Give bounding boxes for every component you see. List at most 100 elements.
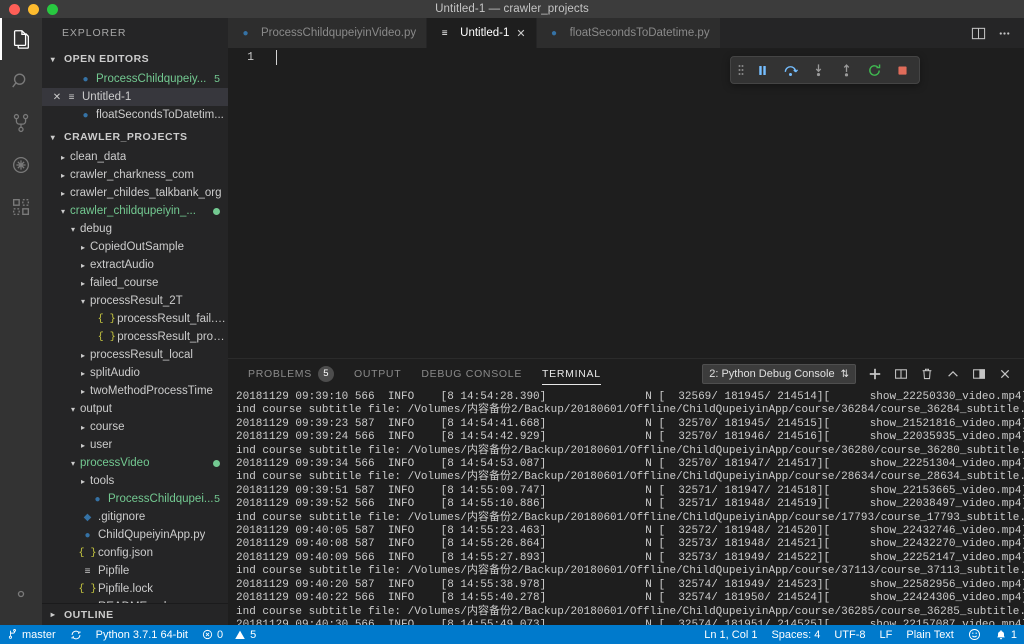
chevron-right-icon[interactable]	[76, 261, 90, 270]
section-crawler-projects[interactable]: CRAWLER_PROJECTS	[42, 126, 228, 148]
tree-item[interactable]: crawler_charkness_com	[42, 166, 228, 184]
tree-item[interactable]: { } Pipfile.lock	[42, 580, 228, 598]
terminal-output[interactable]: 20181129 09:39:10 566 INFO [8 14:54:28.3…	[228, 389, 1024, 625]
more-actions-icon[interactable]	[992, 21, 1016, 45]
chevron-right-icon[interactable]	[76, 243, 90, 252]
status-indentation[interactable]: Spaces: 4	[764, 625, 827, 644]
tree-item[interactable]: twoMethodProcessTime	[42, 382, 228, 400]
close-icon[interactable]: ✕	[516, 27, 525, 40]
status-python-version[interactable]: Python 3.7.1 64-bit	[89, 625, 195, 644]
open-editor-item[interactable]: ● floatSecondsToDatetim...	[42, 106, 228, 124]
status-eol[interactable]: LF	[873, 625, 900, 644]
tree-item[interactable]: { } config.json	[42, 544, 228, 562]
window-controls[interactable]	[0, 3, 58, 15]
maximize-panel-icon[interactable]	[942, 363, 964, 385]
activity-item-explorer[interactable]	[0, 18, 42, 60]
minimize-window-button[interactable]	[28, 3, 39, 15]
debug-toolbar[interactable]	[730, 56, 920, 84]
chevron-right-icon[interactable]	[76, 351, 90, 360]
open-editor-item[interactable]: ● ProcessChildqupeiy... 5	[42, 70, 228, 88]
section-outline[interactable]: OUTLINE	[42, 603, 228, 625]
step-out-icon[interactable]	[833, 58, 859, 82]
activity-item-extensions[interactable]	[0, 186, 42, 228]
tree-item[interactable]: processResult_local	[42, 346, 228, 364]
split-terminal-icon[interactable]	[890, 363, 912, 385]
open-editor-item[interactable]: ✕ ≡ Untitled-1	[42, 88, 228, 106]
kill-terminal-icon[interactable]	[916, 363, 938, 385]
section-open-editors[interactable]: OPEN EDITORS	[42, 48, 228, 70]
editor-tab-process-childqupeiyin-video[interactable]: ● ProcessChildqupeiyinVideo.py	[228, 18, 428, 48]
tree-item[interactable]: ◆ .gitignore	[42, 508, 228, 526]
chevron-down-icon[interactable]	[66, 459, 80, 468]
panel-tab-terminal[interactable]: TERMINAL	[532, 359, 611, 389]
chevron-right-icon[interactable]	[76, 369, 90, 378]
bell-icon	[995, 629, 1007, 641]
tree-item[interactable]: output	[42, 400, 228, 418]
activity-item-search[interactable]	[0, 60, 42, 102]
tree-item[interactable]: tools	[42, 472, 228, 490]
editor-tab-float-seconds-to-datetime[interactable]: ● floatSecondsToDatetime.py	[536, 18, 721, 48]
tree-item[interactable]: processVideo	[42, 454, 228, 472]
step-over-icon[interactable]	[777, 58, 803, 82]
tree-item[interactable]: CopiedOutSample	[42, 238, 228, 256]
close-editor-icon[interactable]: ✕	[50, 92, 64, 103]
chevron-down-icon[interactable]	[76, 297, 90, 306]
tree-item[interactable]: crawler_childqupeiyin_...	[42, 202, 228, 220]
activity-item-source-control[interactable]	[0, 102, 42, 144]
chevron-right-icon[interactable]	[76, 423, 90, 432]
tree-item[interactable]: ● ProcessChildqupei... 5	[42, 490, 228, 508]
tree-item[interactable]: ● ChildQupeiyinApp.py	[42, 526, 228, 544]
stop-icon[interactable]	[889, 58, 915, 82]
chevron-right-icon[interactable]	[56, 189, 70, 198]
tree-item[interactable]: splitAudio	[42, 364, 228, 382]
pause-icon[interactable]	[749, 58, 775, 82]
drag-handle-icon[interactable]	[735, 63, 747, 77]
status-feedback[interactable]	[961, 625, 988, 644]
tree-item[interactable]: { } processResult_proce...	[42, 328, 228, 346]
chevron-right-icon[interactable]	[76, 279, 90, 288]
step-into-icon[interactable]	[805, 58, 831, 82]
tree-item[interactable]: debug	[42, 220, 228, 238]
panel-tab-debug-console[interactable]: DEBUG CONSOLE	[411, 359, 532, 389]
split-editor-icon[interactable]	[966, 21, 990, 45]
close-panel-icon[interactable]	[994, 363, 1016, 385]
maximize-window-button[interactable]	[47, 3, 58, 15]
chevron-right-icon[interactable]	[76, 477, 90, 486]
status-language-mode[interactable]: Plain Text	[899, 625, 961, 644]
toggle-panel-icon[interactable]	[968, 363, 990, 385]
status-problems[interactable]: 0 5	[195, 625, 263, 644]
tree-item[interactable]: { } processResult_fail.json	[42, 310, 228, 328]
tree-item[interactable]: extractAudio	[42, 256, 228, 274]
close-window-button[interactable]	[9, 3, 20, 15]
tree-item[interactable]: crawler_childes_talkbank_org	[42, 184, 228, 202]
status-cursor-position[interactable]: Ln 1, Col 1	[697, 625, 764, 644]
explorer-scroll[interactable]: OPEN EDITORS ● ProcessChildqupeiy... 5 ✕…	[42, 48, 228, 625]
editor-tab-untitled-1[interactable]: ≡ Untitled-1 ✕	[427, 18, 537, 48]
status-sync[interactable]	[63, 625, 89, 644]
activity-item-manage[interactable]	[0, 573, 42, 615]
panel-tab-problems[interactable]: PROBLEMS 5	[238, 359, 344, 389]
terminal-select[interactable]: 2: Python Debug Console ⇅	[702, 364, 856, 384]
tree-item[interactable]: ≡ Pipfile	[42, 562, 228, 580]
status-notifications[interactable]: 1	[988, 625, 1024, 644]
chevron-down-icon[interactable]	[66, 225, 80, 234]
restart-icon[interactable]	[861, 58, 887, 82]
tree-item[interactable]: course	[42, 418, 228, 436]
new-terminal-icon[interactable]	[864, 363, 886, 385]
chevron-right-icon[interactable]	[56, 153, 70, 162]
chevron-down-icon[interactable]	[56, 207, 70, 216]
status-branch[interactable]: master	[0, 625, 63, 644]
tree-item[interactable]: processResult_2T	[42, 292, 228, 310]
chevron-right-icon[interactable]	[76, 441, 90, 450]
chevron-right-icon[interactable]	[56, 171, 70, 180]
chevron-right-icon[interactable]	[76, 387, 90, 396]
activity-item-debug[interactable]	[0, 144, 42, 186]
status-encoding[interactable]: UTF-8	[827, 625, 872, 644]
editor-text-area[interactable]: 1	[228, 48, 1024, 358]
sync-icon	[70, 629, 82, 641]
tree-item[interactable]: failed_course	[42, 274, 228, 292]
tree-item[interactable]: user	[42, 436, 228, 454]
chevron-down-icon[interactable]	[66, 405, 80, 414]
panel-tab-output[interactable]: OUTPUT	[344, 359, 411, 389]
tree-item[interactable]: clean_data	[42, 148, 228, 166]
